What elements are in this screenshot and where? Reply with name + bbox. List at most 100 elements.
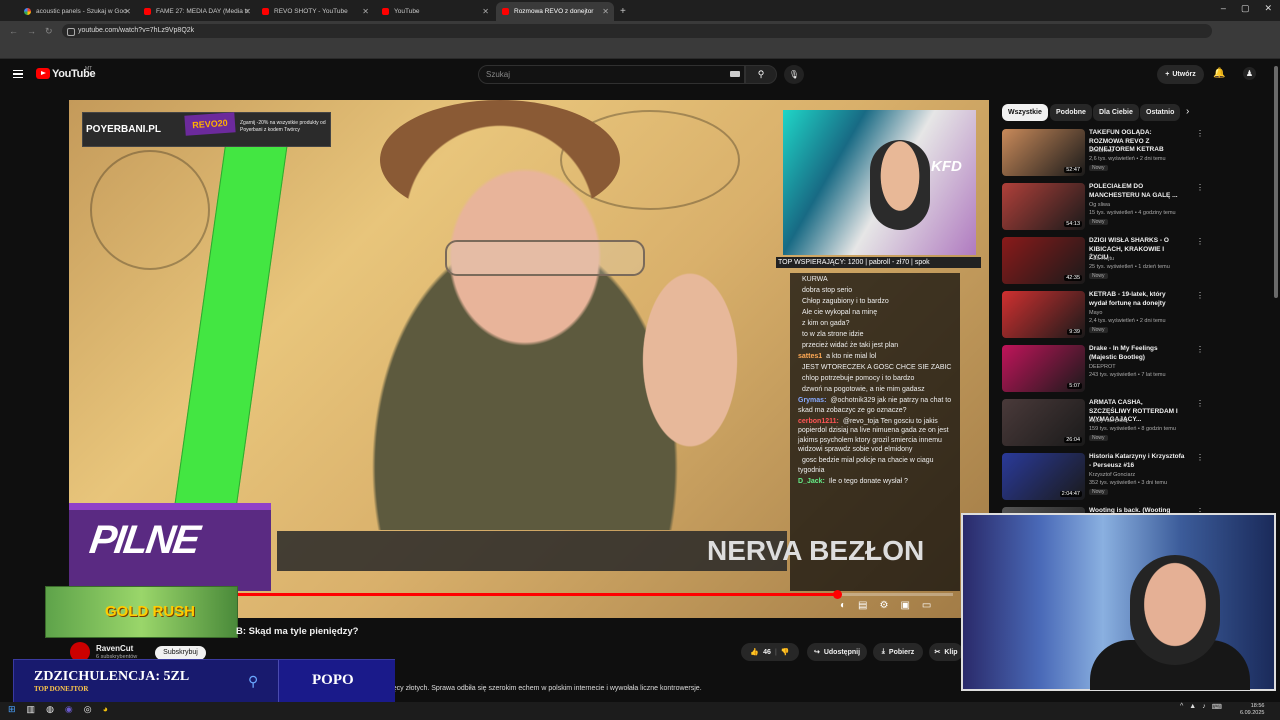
channel-name[interactable]: Fala Hejtu xyxy=(1089,256,1114,262)
chip-for-you[interactable]: Dla Ciebie xyxy=(1093,104,1139,121)
progress-scrubber[interactable] xyxy=(833,590,842,599)
more-options-icon[interactable]: ⋮ xyxy=(1196,237,1204,246)
close-tab-icon[interactable]: ✕ xyxy=(362,7,369,16)
video-title[interactable]: KETRAB - 19-latek, który wydał fortunę n… xyxy=(1089,291,1185,308)
maximize-icon[interactable]: ▢ xyxy=(1241,3,1250,14)
recommended-video[interactable]: 5:07 Drake - In My Feelings (Majestic Boo… xyxy=(1002,345,1272,397)
channel-name[interactable]: Łączy nas piłka xyxy=(1089,418,1127,424)
account-avatar[interactable]: ♟ xyxy=(1243,67,1256,80)
recommended-video[interactable]: 42:35 DZIGI WISŁA SHARKS - O KIBICACH, KR… xyxy=(1002,237,1272,289)
video-thumbnail[interactable]: 26:04 xyxy=(1002,399,1085,446)
like-icon[interactable]: 👍 xyxy=(750,648,759,656)
apps-icon[interactable]: ◍ xyxy=(46,704,54,715)
chat-text: Ale cie wykopal na minę xyxy=(802,309,878,316)
notifications-icon[interactable]: 🔔 xyxy=(1213,68,1225,79)
video-title[interactable]: POLECIAŁEM DO MANCHESTERU NA GALĘ ... xyxy=(1089,183,1185,200)
channel-name[interactable]: RavenCut xyxy=(96,644,133,653)
recommended-video[interactable]: 52:47 TAKEFUN OGLĄDA: ROZMOWA REVO Z DONE… xyxy=(1002,129,1272,181)
close-tab-icon[interactable]: ✕ xyxy=(244,7,251,16)
search-button[interactable]: ⚲ xyxy=(745,65,777,84)
tab-2[interactable]: REVO SHOTY - YouTube ✕ xyxy=(256,2,374,21)
recommended-video[interactable]: 9:39 KETRAB - 19-latek, który wydał fortu… xyxy=(1002,291,1272,343)
more-options-icon[interactable]: ⋮ xyxy=(1196,399,1204,408)
reload-icon[interactable]: ↻ xyxy=(45,26,53,37)
create-label: Utwórz xyxy=(1172,71,1196,78)
chip-related[interactable]: Podobne xyxy=(1050,104,1092,121)
more-options-icon[interactable]: ⋮ xyxy=(1196,291,1204,300)
close-tab-icon[interactable]: ✕ xyxy=(482,7,489,16)
tab-0[interactable]: acoustic panels - Szukaj w Goo ✕ xyxy=(18,2,136,21)
scrollbar-thumb[interactable] xyxy=(1274,66,1278,298)
discord-icon[interactable]: ◉ xyxy=(65,704,73,715)
more-options-icon[interactable]: ⋮ xyxy=(1196,129,1204,138)
more-options-icon[interactable]: ⋮ xyxy=(1196,453,1204,462)
share-button[interactable]: ↪ Udostępnij xyxy=(807,643,867,661)
steam-icon[interactable]: ◎ xyxy=(84,704,92,715)
video-thumbnail[interactable]: 42:35 xyxy=(1002,237,1085,284)
video-thumbnail[interactable]: 2:04:47 xyxy=(1002,453,1085,500)
network-icon[interactable]: ▲ xyxy=(1189,703,1196,711)
chat-message: KURWA xyxy=(798,275,952,285)
channel-name[interactable]: DEEPROT xyxy=(1089,364,1116,370)
video-title[interactable]: Historia Katarzyny i Krzysztofa - Perseu… xyxy=(1089,453,1185,470)
tab-1[interactable]: FAME 27: MEDIA DAY (Media tr ✕ xyxy=(138,2,256,21)
background-drawing xyxy=(90,150,210,270)
minimize-icon[interactable]: – xyxy=(1221,3,1226,14)
search-input[interactable]: Szukaj xyxy=(478,65,745,84)
more-options-icon[interactable]: ⋮ xyxy=(1196,345,1204,354)
download-label: Pobierz xyxy=(888,648,915,656)
close-tab-icon[interactable]: ✕ xyxy=(602,7,609,16)
subtitles-icon[interactable]: ▤ xyxy=(858,600,867,611)
video-thumbnail[interactable]: 54:13 xyxy=(1002,183,1085,230)
dislike-icon[interactable]: 👎 xyxy=(781,648,790,656)
more-options-icon[interactable]: ⋮ xyxy=(1196,183,1204,192)
volume-icon[interactable]: ♪ xyxy=(1202,703,1206,711)
taskbar-clock[interactable]: 18:56 6.09.2025 xyxy=(1240,703,1264,717)
settings-gear-icon[interactable]: ⚙ xyxy=(880,600,889,611)
video-title[interactable]: Drake - In My Feelings (Majestic Bootleg… xyxy=(1089,345,1185,362)
keyboard-icon[interactable] xyxy=(730,71,740,77)
forward-icon[interactable]: → xyxy=(27,26,36,36)
miniplayer-icon[interactable]: ▣ xyxy=(900,600,909,611)
clip-button[interactable]: ✂ Klip xyxy=(929,643,963,661)
chevron-up-icon[interactable]: ^ xyxy=(1180,703,1183,711)
search-taskbar-icon[interactable]: ▥ xyxy=(27,704,36,715)
create-button[interactable]: + Utwórz xyxy=(1157,65,1204,84)
chrome-icon[interactable]: ◕ xyxy=(103,704,108,715)
chip-recent[interactable]: Ostatnio xyxy=(1140,104,1181,121)
youtube-logo-icon[interactable] xyxy=(36,68,50,79)
back-icon[interactable]: ← xyxy=(9,26,18,36)
chevron-right-icon[interactable]: › xyxy=(1186,106,1189,117)
windows-start-icon[interactable]: ⊞ xyxy=(8,704,16,715)
address-bar: ← → ↻ youtube.com/watch?v=7hLz9Vp8Q2k xyxy=(0,21,1280,41)
recommended-video[interactable]: 26:04 ARMATA CASHA, SZCZĘŚLIWY ROTTERDAM … xyxy=(1002,399,1272,451)
close-tab-icon[interactable]: ✕ xyxy=(124,7,131,16)
country-code: MT xyxy=(85,66,93,72)
new-tab-button[interactable]: + xyxy=(614,2,630,21)
voice-search-button[interactable]: 🎙 xyxy=(784,65,804,84)
video-thumbnail[interactable]: 5:07 xyxy=(1002,345,1085,392)
like-count[interactable]: 46 xyxy=(763,649,771,656)
recommended-video[interactable]: 54:13 POLECIAŁEM DO MANCHESTERU NA GALĘ .… xyxy=(1002,183,1272,235)
channel-name[interactable]: Krzysztof Gonciarz xyxy=(1089,472,1135,478)
theater-mode-icon[interactable]: ▭ xyxy=(922,600,931,611)
channel-name[interactable]: Og sliwa xyxy=(1089,202,1110,208)
channel-name[interactable]: Mayo xyxy=(1089,310,1102,316)
tab-3[interactable]: YouTube ✕ xyxy=(376,2,494,21)
tab-4-active[interactable]: Rozmowa REVO z donejtor ✕ xyxy=(496,2,614,21)
download-button[interactable]: ⤓ Pobierz xyxy=(873,643,923,661)
language-icon[interactable]: ⌨ xyxy=(1212,703,1222,711)
url-field[interactable]: youtube.com/watch?v=7hLz9Vp8Q2k xyxy=(62,24,1212,38)
screen: { "browser": { "tabs": [ {"label": "acou… xyxy=(0,0,1280,720)
autoplay-toggle-icon[interactable]: ◐ xyxy=(840,600,846,611)
video-description[interactable]: onad 50 tysięcy złotych. Sprawa odbiła s… xyxy=(355,685,702,692)
subscribe-button[interactable]: Subskrybuj xyxy=(155,646,206,660)
recommended-video[interactable]: 2:04:47 Historia Katarzyny i Krzysztofa -… xyxy=(1002,453,1272,505)
chip-all[interactable]: Wszystkie xyxy=(1002,104,1048,121)
channel-name[interactable]: Dostawca xyxy=(1089,148,1113,154)
close-window-icon[interactable]: ✕ xyxy=(1264,3,1272,14)
video-thumbnail[interactable]: 52:47 xyxy=(1002,129,1085,176)
menu-icon[interactable] xyxy=(13,70,23,78)
video-person-hair xyxy=(380,100,620,220)
video-thumbnail[interactable]: 9:39 xyxy=(1002,291,1085,338)
